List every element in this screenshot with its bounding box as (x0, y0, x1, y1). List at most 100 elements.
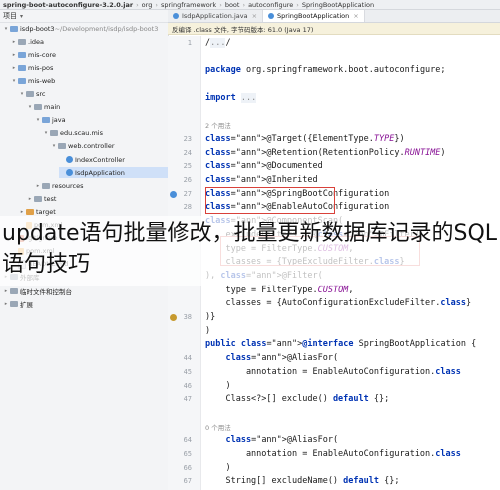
chevron-down-icon[interactable]: ▾ (3, 26, 9, 32)
decompiler-info-text: 反编译 .class 文件, 字节码版本: 61.0 (Java 17) (172, 25, 314, 34)
tree-item[interactable]: IndexController (59, 154, 168, 165)
close-icon[interactable]: × (353, 12, 358, 20)
gutter-marker-icon[interactable] (170, 314, 177, 321)
tree-item-label: .idea (28, 37, 44, 46)
code-line: ) (205, 325, 211, 336)
line-number: 44 (183, 354, 192, 363)
code-line: annotation = EnableAutoConfiguration.cla… (205, 366, 461, 377)
chevron-down-icon[interactable]: ▾ (35, 117, 41, 123)
folder-icon (42, 182, 50, 189)
code-line: import ... (205, 92, 257, 103)
java-class-icon (66, 156, 73, 163)
tree-item[interactable]: ▸ 临时文件和控制台 (3, 285, 168, 296)
title-overlay-text: update语句批量修改，批量更新数据库记录的SQL语句技巧 (2, 221, 498, 277)
line-number: 23 (183, 134, 192, 143)
code-line: class="ann">@AliasFor( (225, 435, 339, 446)
highlight-box-annotations (205, 187, 335, 214)
java-class-icon (173, 13, 179, 19)
chevron-down-icon[interactable]: ▾ (43, 130, 49, 136)
gutter-marker-icon[interactable] (170, 190, 177, 198)
tree-item[interactable]: ▸ resources (35, 180, 168, 191)
tree-item[interactable]: ▸ .idea (11, 36, 168, 47)
folder-icon (18, 38, 26, 45)
breadcrumb-item[interactable]: boot (222, 1, 243, 9)
tree-item-label: test (44, 194, 57, 203)
tree-item[interactable]: IsdpApplication (59, 167, 168, 179)
code-line: annotation = EnableAutoConfiguration.cla… (205, 449, 461, 459)
folder-icon (26, 91, 34, 97)
tree-item-label: 临时文件和控制台 (20, 287, 72, 296)
chevron-right-icon[interactable]: ▸ (11, 65, 17, 71)
code-line: /.../ (205, 38, 231, 48)
code-line: classes = {AutoConfigurationExcludeFilte… (205, 298, 472, 309)
tree-item-label: 扩展 (20, 300, 33, 309)
editor-tab-label: SpringBootApplication (277, 12, 350, 20)
project-panel-title: 项目 (3, 12, 17, 20)
chevron-right-icon[interactable]: ▸ (11, 39, 17, 45)
tree-item[interactable]: ▸ test (27, 193, 168, 204)
line-number: 65 (183, 450, 192, 458)
tree-item[interactable]: ▾ edu.scau.mis (43, 128, 168, 139)
code-line: package org.springframework.boot.autocon… (205, 65, 446, 76)
line-number: 28 (183, 203, 192, 212)
line-number: 24 (183, 148, 192, 157)
tree-item[interactable]: ▾ java (35, 115, 168, 126)
code-line: class="ann">@Inherited (205, 175, 318, 185)
tree-item[interactable]: ▸ 扩展 (3, 298, 168, 309)
tree-item[interactable]: ▾ main (27, 102, 168, 113)
tree-item-label: edu.scau.mis (60, 129, 103, 138)
breadcrumb-item[interactable]: autoconfigure (245, 1, 296, 9)
chevron-right-icon[interactable]: ▸ (3, 301, 9, 307)
line-number: 66 (183, 463, 192, 472)
tree-item-label: IndexController (75, 155, 125, 164)
chevron-down-icon[interactable]: ▾ (19, 91, 25, 97)
tree-item[interactable]: ▾ mis-web (11, 75, 168, 86)
line-number: 64 (183, 436, 192, 445)
breadcrumb-item[interactable]: org (139, 1, 156, 9)
line-number: 45 (183, 367, 192, 376)
code-line: type = FilterType.CUSTOM, (205, 284, 354, 295)
folder-icon (18, 77, 26, 84)
breadcrumb-item[interactable]: spring-boot-autoconfigure-3.2.0.jar (0, 1, 136, 9)
project-panel-header[interactable]: 项目 ▾ (0, 10, 168, 23)
chevron-down-icon[interactable]: ▾ (20, 13, 23, 20)
chevron-down-icon[interactable]: ▾ (11, 78, 17, 84)
chevron-right-icon[interactable]: ▸ (35, 183, 41, 189)
close-icon[interactable]: × (252, 12, 257, 20)
tree-item[interactable]: ▸ mis-core (11, 49, 168, 60)
line-number: 46 (183, 381, 192, 390)
tree-item[interactable]: ▾ src (19, 89, 168, 100)
tree-item-label: target (36, 207, 56, 216)
folder-icon (58, 143, 66, 150)
breadcrumb-item[interactable]: springframework (158, 1, 219, 9)
folder-icon (26, 208, 34, 215)
editor-tab[interactable]: SpringBootApplication × (263, 10, 365, 22)
folder-icon (34, 195, 42, 202)
java-class-icon (66, 169, 73, 177)
tree-item[interactable]: ▸ mis-pos (11, 62, 168, 73)
code-line: class="ann">@Target({ElementType.TYPE}) (205, 133, 405, 144)
editor-tab[interactable]: IsdpApplication.java × (168, 10, 264, 22)
folder-icon (10, 287, 18, 294)
tree-item-label: src (36, 90, 46, 98)
code-line: Class<?>[] exclude() default {}; (205, 394, 390, 405)
folder-icon (18, 51, 26, 58)
chevron-down-icon[interactable]: ▾ (27, 104, 33, 110)
usage-hint: 0 个用法 (205, 423, 231, 432)
tree-item-label: isdp-boot3 (20, 24, 55, 33)
code-line: ) (205, 462, 231, 473)
chevron-down-icon[interactable]: ▾ (51, 143, 57, 149)
tree-item[interactable]: ▾ web.controller (51, 141, 168, 152)
decompiler-info-bar: 反编译 .class 文件, 字节码版本: 61.0 (Java 17) (168, 23, 500, 35)
chevron-right-icon[interactable]: ▸ (19, 209, 25, 215)
chevron-right-icon[interactable]: ▸ (11, 52, 17, 58)
tree-item-label: mis-pos (28, 63, 54, 72)
folder-icon (50, 130, 58, 137)
code-line: String[] excludeName() default {}; (205, 476, 400, 487)
chevron-right-icon[interactable]: ▸ (27, 196, 33, 202)
folder-icon (10, 25, 18, 32)
chevron-right-icon[interactable]: ▸ (3, 288, 9, 294)
tree-item[interactable]: ▾ isdp-boot3 ~/Development/isdp/isdp-boot… (3, 23, 168, 34)
tree-item-label: mis-core (28, 50, 56, 59)
breadcrumb-item[interactable]: SpringBootApplication (299, 1, 377, 9)
